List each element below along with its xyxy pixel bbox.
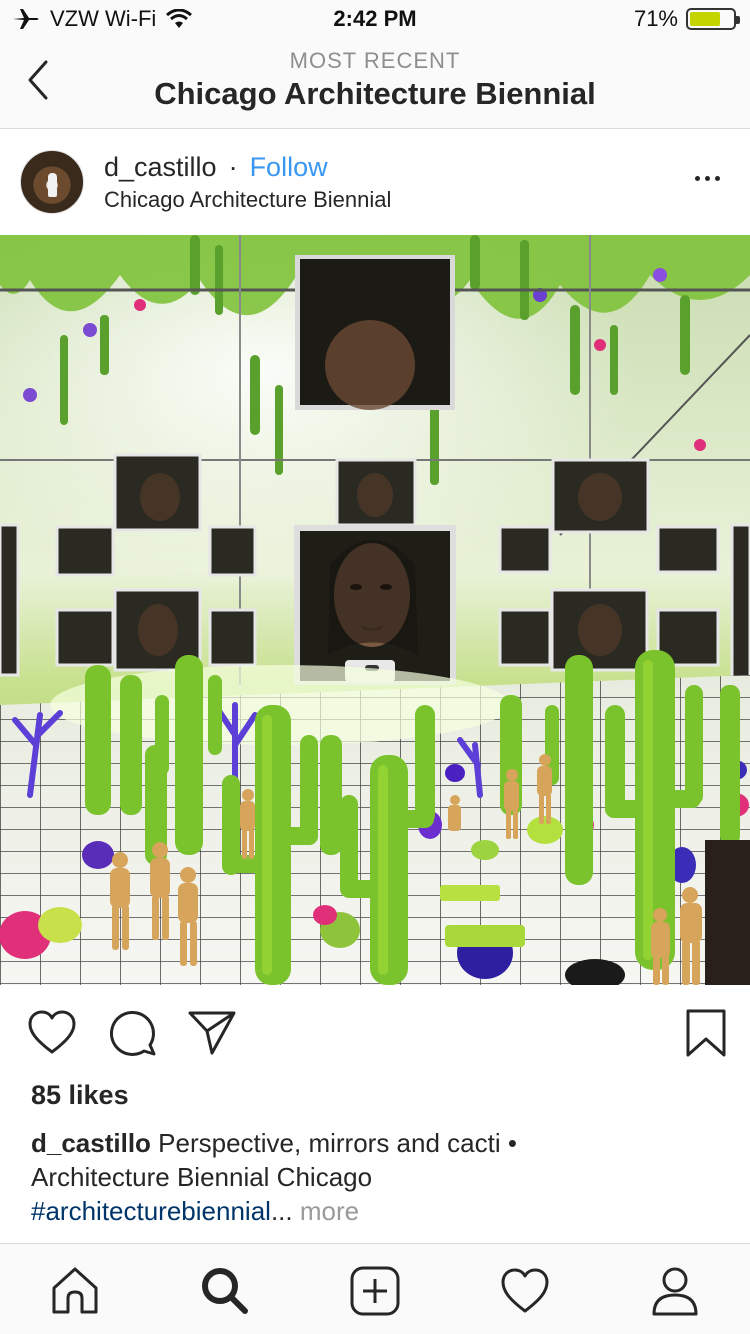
- caption-more-link[interactable]: more: [293, 1196, 359, 1226]
- post-username[interactable]: d_castillo: [104, 152, 217, 183]
- caption-text-line1: Perspective, mirrors and cacti •: [150, 1128, 517, 1158]
- avatar-figure: [48, 173, 57, 197]
- avatar[interactable]: [20, 150, 84, 214]
- status-right: 71%: [633, 6, 740, 32]
- save-button[interactable]: [680, 1007, 732, 1059]
- home-icon: [52, 1267, 98, 1314]
- battery-percent: 71%: [633, 6, 678, 31]
- profile-icon: [652, 1267, 698, 1316]
- page-title: Chicago Architecture Biennial: [154, 76, 596, 111]
- post-caption: d_castillo Perspective, mirrors and cact…: [31, 1126, 731, 1228]
- comment-icon: [109, 1010, 156, 1056]
- tab-bar: [0, 1243, 750, 1334]
- tab-profile[interactable]: [648, 1264, 702, 1318]
- post-header: d_castillo · Follow Chicago Architecture…: [0, 130, 750, 234]
- search-icon: [202, 1268, 248, 1314]
- tab-activity[interactable]: [498, 1264, 552, 1318]
- tab-home[interactable]: [48, 1264, 102, 1318]
- caption-username[interactable]: d_castillo: [31, 1128, 151, 1158]
- ellipsis-dot: [705, 176, 710, 181]
- bookmark-icon: [686, 1009, 726, 1057]
- like-button[interactable]: [26, 1007, 78, 1059]
- post-user-line: d_castillo · Follow: [104, 152, 328, 183]
- ellipsis-dot: [695, 176, 700, 181]
- ellipsis-dot: [715, 176, 720, 181]
- battery-fill: [690, 12, 720, 26]
- comment-button[interactable]: [106, 1007, 158, 1059]
- post-photo[interactable]: [0, 235, 750, 985]
- share-button[interactable]: [186, 1007, 238, 1059]
- follow-button[interactable]: Follow: [250, 152, 328, 183]
- post-location[interactable]: Chicago Architecture Biennial: [104, 187, 391, 213]
- separator-dot: ·: [228, 152, 238, 182]
- heart-icon: [28, 1010, 76, 1054]
- battery-icon: [686, 8, 740, 30]
- photo-illustration: [0, 235, 750, 985]
- battery-tip: [736, 16, 740, 24]
- status-bar: VZW Wi-Fi 2:42 PM 71%: [0, 0, 750, 40]
- caption-ellipsis: ...: [270, 1196, 293, 1226]
- post-actions: [0, 985, 750, 1085]
- paper-plane-icon: [188, 1011, 236, 1055]
- tab-search[interactable]: [198, 1264, 252, 1318]
- nav-header: MOST RECENT Chicago Architecture Biennia…: [0, 40, 750, 129]
- likes-count[interactable]: 85 likes: [31, 1080, 129, 1111]
- caption-text-line2: Architecture Biennial Chicago: [31, 1162, 373, 1192]
- caption-hashtag[interactable]: #architecturebiennial: [31, 1196, 271, 1226]
- add-post-icon: [350, 1266, 400, 1316]
- nav-subtitle: MOST RECENT: [289, 48, 461, 73]
- more-options-button[interactable]: [695, 176, 720, 181]
- tab-add-post[interactable]: [348, 1264, 402, 1318]
- activity-heart-icon: [501, 1268, 549, 1313]
